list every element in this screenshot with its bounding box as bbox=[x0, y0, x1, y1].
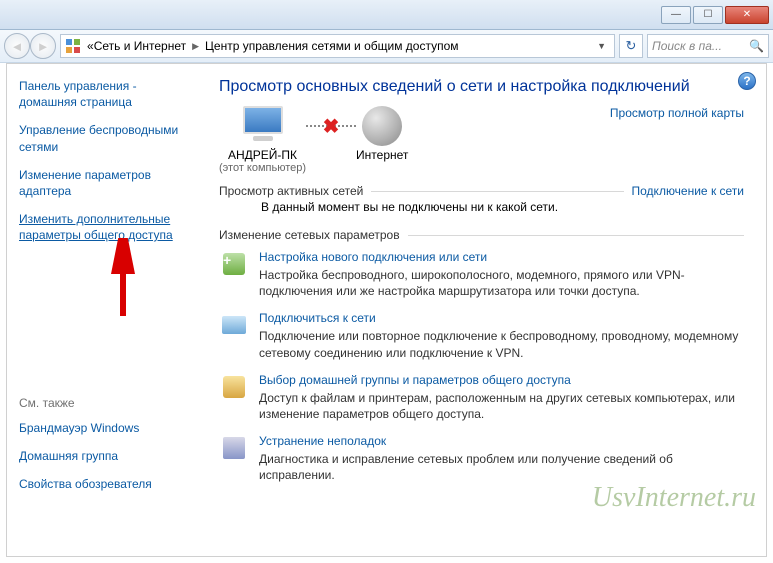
nav-back-forward: ◄ ► bbox=[4, 33, 56, 59]
internet-label: Интернет bbox=[356, 148, 408, 162]
full-map-link[interactable]: Просмотр полной карты bbox=[610, 106, 744, 120]
pc-sub: (этот компьютер) bbox=[219, 162, 306, 174]
troubleshoot-item: Устранение неполадок Диагностика и испра… bbox=[219, 434, 744, 483]
sidebar-home[interactable]: Панель управления - домашняя страница bbox=[19, 78, 197, 110]
connection-line: ✖ bbox=[306, 106, 356, 146]
connect-desc: Подключение или повторное подключение к … bbox=[259, 328, 744, 360]
control-panel-icon bbox=[65, 38, 81, 54]
see-also-label: См. также bbox=[19, 396, 197, 410]
disconnected-icon: ✖ bbox=[323, 114, 340, 139]
sidebar-firewall[interactable]: Брандмауэр Windows bbox=[19, 420, 197, 436]
computer-icon bbox=[240, 106, 286, 146]
chevron-right-icon: ▶ bbox=[192, 41, 199, 52]
window-body: Панель управления - домашняя страница Уп… bbox=[6, 63, 767, 557]
connect-to-network-link[interactable]: Подключение к сети bbox=[632, 184, 744, 198]
troubleshoot-icon bbox=[219, 434, 249, 462]
not-connected-text: В данный момент вы не подключены ни к ка… bbox=[261, 200, 744, 214]
sidebar: Панель управления - домашняя страница Уп… bbox=[7, 64, 209, 556]
active-networks-title: Просмотр активных сетей bbox=[219, 184, 363, 198]
search-icon: 🔍 bbox=[749, 39, 764, 53]
connect-network-item: Подключиться к сети Подключение или повт… bbox=[219, 311, 744, 360]
connect-icon bbox=[219, 311, 249, 339]
homegroup-desc: Доступ к файлам и принтерам, расположенн… bbox=[259, 390, 744, 422]
address-bar[interactable]: « Сеть и Интернет ▶ Центр управления сет… bbox=[60, 34, 615, 58]
window-titlebar: — ☐ ✕ bbox=[0, 0, 773, 30]
breadcrumb-2[interactable]: Центр управления сетями и общим доступом bbox=[205, 39, 459, 53]
minimize-button[interactable]: — bbox=[661, 6, 691, 24]
setup-new-connection-link[interactable]: Настройка нового подключения или сети bbox=[259, 250, 744, 264]
address-dropdown-icon[interactable]: ▼ bbox=[593, 41, 610, 51]
change-settings-title: Изменение сетевых параметров bbox=[219, 228, 400, 242]
troubleshoot-desc: Диагностика и исправление сетевых пробле… bbox=[259, 451, 744, 483]
sidebar-homegroup[interactable]: Домашняя группа bbox=[19, 448, 197, 464]
pc-name: АНДРЕЙ-ПК bbox=[219, 148, 306, 162]
page-title: Просмотр основных сведений о сети и наст… bbox=[219, 78, 744, 96]
homegroup-link[interactable]: Выбор домашней группы и параметров общег… bbox=[259, 373, 744, 387]
breadcrumb-1[interactable]: Сеть и Интернет bbox=[94, 39, 186, 53]
setup-desc: Настройка беспроводного, широкополосного… bbox=[259, 267, 744, 299]
internet-node: Интернет bbox=[356, 106, 408, 162]
close-button[interactable]: ✕ bbox=[725, 6, 769, 24]
network-map: АНДРЕЙ-ПК (этот компьютер) ✖ Интернет Пр… bbox=[219, 106, 744, 174]
help-icon[interactable]: ? bbox=[738, 72, 756, 90]
sidebar-wireless[interactable]: Управление беспроводными сетями bbox=[19, 122, 197, 154]
maximize-button[interactable]: ☐ bbox=[693, 6, 723, 24]
breadcrumb-prefix: « bbox=[87, 39, 94, 53]
setup-new-connection-item: Настройка нового подключения или сети На… bbox=[219, 250, 744, 299]
forward-button[interactable]: ► bbox=[30, 33, 56, 59]
watermark: UsvInternet.ru bbox=[592, 482, 756, 514]
search-placeholder: Поиск в па... bbox=[652, 39, 722, 53]
homegroup-item: Выбор домашней группы и параметров общег… bbox=[219, 373, 744, 422]
sidebar-internet-options[interactable]: Свойства обозревателя bbox=[19, 476, 197, 492]
troubleshoot-link[interactable]: Устранение неполадок bbox=[259, 434, 744, 448]
navigation-bar: ◄ ► « Сеть и Интернет ▶ Центр управления… bbox=[0, 30, 773, 63]
back-button[interactable]: ◄ bbox=[4, 33, 30, 59]
change-settings-header: Изменение сетевых параметров bbox=[219, 228, 744, 242]
sidebar-adapter[interactable]: Изменение параметров адаптера bbox=[19, 167, 197, 199]
sidebar-advanced-sharing[interactable]: Изменить дополнительные параметры общего… bbox=[19, 211, 197, 243]
globe-icon bbox=[362, 106, 402, 146]
this-pc-node: АНДРЕЙ-ПК (этот компьютер) bbox=[219, 106, 306, 174]
setup-icon bbox=[219, 250, 249, 278]
active-networks-header: Просмотр активных сетей Подключение к се… bbox=[219, 184, 744, 198]
connect-network-link[interactable]: Подключиться к сети bbox=[259, 311, 744, 325]
refresh-button[interactable]: ↻ bbox=[619, 34, 643, 58]
main-content: ? Просмотр основных сведений о сети и на… bbox=[209, 64, 766, 556]
search-input[interactable]: Поиск в па... 🔍 bbox=[647, 34, 769, 58]
homegroup-icon bbox=[219, 373, 249, 401]
